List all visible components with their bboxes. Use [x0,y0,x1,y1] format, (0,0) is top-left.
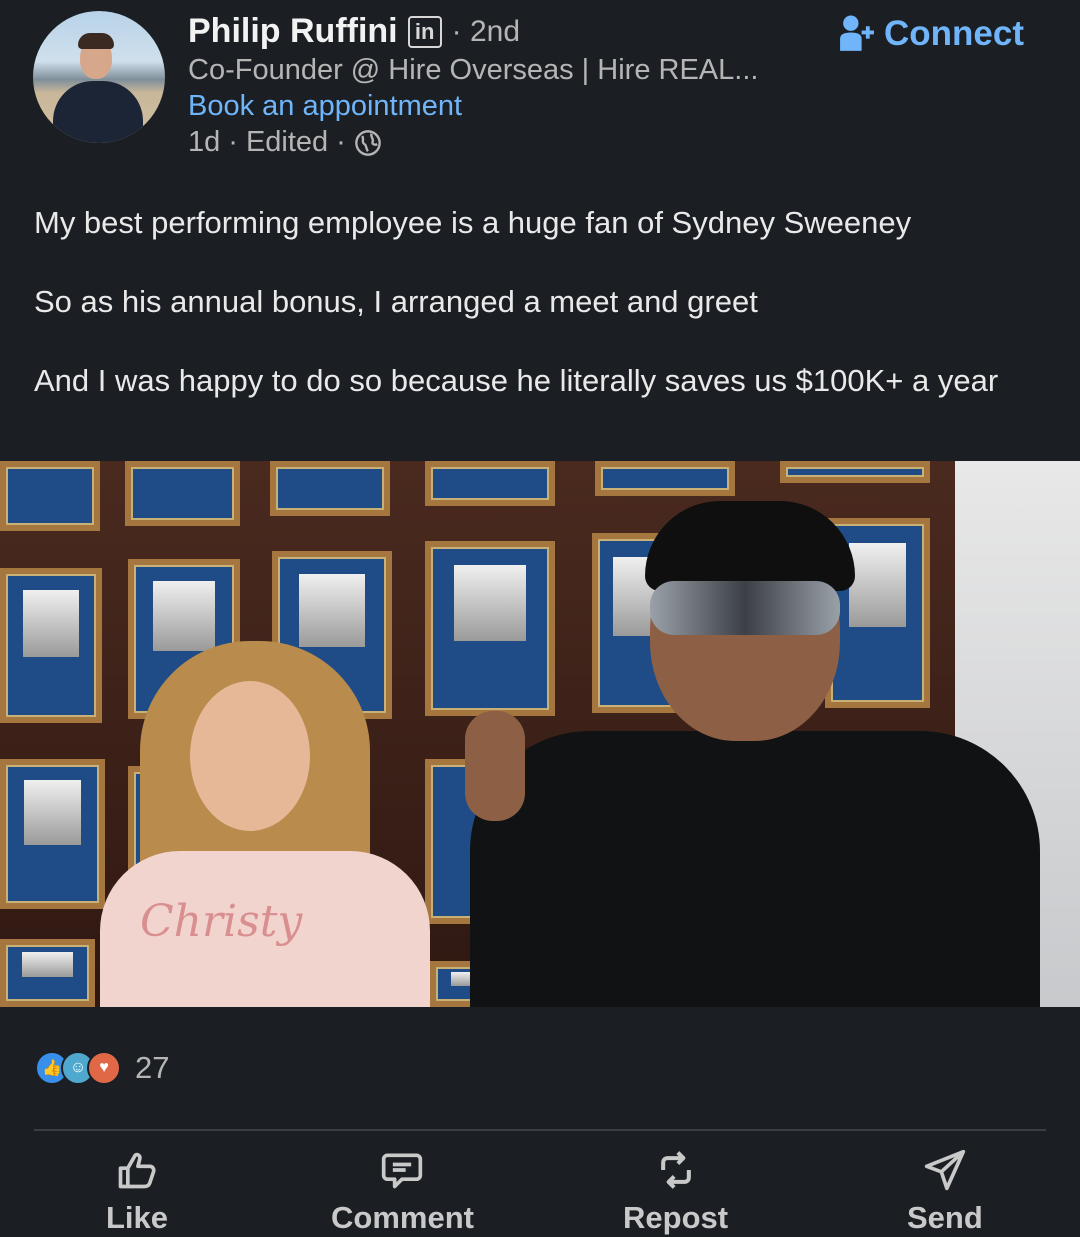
author-name-row: Philip Ruffini in · 2nd [188,12,520,51]
post-body: My best performing employee is a huge fa… [34,203,1044,401]
connection-degree-text: 2nd [469,14,521,48]
author-headline: Co-Founder @ Hire Overseas | Hire REAL..… [188,54,759,86]
plaque [125,461,240,526]
reaction-count: 27 [135,1050,170,1085]
woman-figure: Christy [100,641,430,1007]
meta-separator: · [228,126,238,158]
post-paragraph: My best performing employee is a huge fa… [34,205,912,240]
reaction-icons: 👍 ☺ ♥ [35,1051,121,1085]
send-label: Send [907,1200,983,1235]
post-paragraph: So as his annual bonus, I arranged a mee… [34,284,758,319]
post-edited: Edited [245,126,329,158]
comment-button[interactable]: Comment [331,1148,474,1236]
man-figure [450,481,1040,1007]
meta-separator: · [336,126,346,158]
comment-label: Comment [331,1200,474,1235]
book-appointment-link[interactable]: Book an appointment [188,90,462,123]
author-name[interactable]: Philip Ruffini [188,12,398,51]
author-avatar[interactable] [33,11,165,143]
shirt-text: Christy [140,896,303,947]
post-photo[interactable]: Christy [0,461,1080,1007]
plaque [0,461,100,531]
reactions-summary[interactable]: 👍 ☺ ♥ 27 [35,1050,169,1086]
like-button[interactable]: Like [106,1148,168,1236]
post-header: Philip Ruffini in · 2nd Co-Founder @ Hir… [0,0,1080,180]
actions-divider [34,1129,1046,1131]
send-button[interactable]: Send [907,1148,983,1236]
plaque [0,568,102,723]
globe-icon [355,129,381,156]
add-person-icon [840,15,874,51]
connection-degree: · 2nd [451,14,521,48]
repost-icon [660,1151,691,1189]
connect-button[interactable]: Connect [838,14,1024,54]
avatar-body-shape [53,81,143,143]
like-label: Like [106,1200,169,1235]
connect-label: Connect [884,14,1024,53]
plaque [270,461,390,516]
plaque [0,759,105,909]
repost-label: Repost [623,1200,729,1235]
thumbs-up-icon [118,1152,156,1189]
avatar-hair-shape [78,33,114,49]
post-paragraph: And I was happy to do so because he lite… [34,363,999,398]
love-reaction-icon: ♥ [87,1051,121,1085]
post-actions-bar: Like Comment Repost Send [0,1140,1080,1237]
linkedin-badge-icon: in [407,15,442,48]
post-time: 1d [188,126,221,158]
send-icon [924,1149,966,1191]
repost-button[interactable]: Repost [623,1148,728,1236]
comment-icon [382,1153,423,1189]
plaque [0,939,95,1007]
plaque [780,461,930,483]
post-meta: 1d · Edited · [188,126,382,159]
